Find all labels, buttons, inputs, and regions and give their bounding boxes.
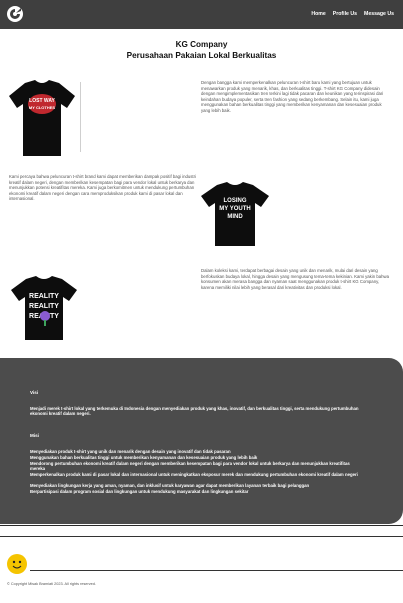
company-logo-icon[interactable] <box>6 5 24 23</box>
coin-face-icon <box>12 560 22 569</box>
shirt-2-bottom-text: MIND <box>227 214 243 220</box>
page-title: KG Company <box>175 40 228 49</box>
vision-text: Menjadi merek t-shirt lokal yang terkemu… <box>30 406 359 417</box>
shirt-3-top-text: REALITY <box>29 293 59 300</box>
tshirt-image-1: LOST WAY MY CLOTHES <box>9 80 75 156</box>
tshirt-image-2: LOSING MY YOUTH MIND <box>201 182 269 246</box>
shirt-2-mid-text: MY YOUTH <box>219 206 250 212</box>
intro-paragraph: Dengan bangga kami memperkenalkan pelunc… <box>201 80 384 113</box>
navbar: Home Profile Us Message Us <box>0 0 403 29</box>
vision-heading: Visi <box>30 390 39 395</box>
mission-item: Menyediakan lingkungan kerja yang aman, … <box>30 483 310 488</box>
mission-heading: Misi <box>30 433 39 438</box>
copyright-text: © Copyright Misak Bramiati 2023. All rig… <box>7 582 96 586</box>
mission-item: Mendorong pertumbuhan ekonomi kreatif da… <box>30 461 350 472</box>
mission-item: Memperkenalkan produk kami di pasar loka… <box>30 472 358 477</box>
collection-paragraph: Dalam koleksi kami, terdapat berbagai de… <box>201 268 389 290</box>
nav-home-link[interactable]: Home <box>311 11 325 17</box>
section-divider <box>0 525 403 526</box>
shirt-1-top-text: LOST WAY <box>29 98 55 104</box>
nav-message-link[interactable]: Message Us <box>364 11 394 17</box>
divider-1 <box>80 82 81 152</box>
footer-divider-top <box>0 536 403 537</box>
impact-paragraph: Kami percaya bahwa peluncuran t-shirt br… <box>9 174 197 202</box>
page-header: KG Company Perusahaan Pakaian Lokal Berk… <box>0 40 403 61</box>
nav-menu: Home Profile Us Message Us <box>311 11 394 17</box>
shirt-2-top-text: LOSING <box>223 198 246 204</box>
tshirt-image-3: REALITY REALITY REALITY <box>11 276 77 340</box>
vision-mission-section <box>0 358 403 524</box>
shirt-3-mid-text: REALITY <box>29 303 59 310</box>
shirt-1-bottom-text: MY CLOTHES <box>29 105 55 110</box>
mission-item: Menyediakan produk t-shirt yang unik dan… <box>30 449 231 454</box>
page-subtitle: Perusahaan Pakaian Lokal Berkualitas <box>126 51 277 60</box>
footer-divider-bottom <box>30 570 403 571</box>
mission-item: Menggunakan bahan berkualitas tinggi unt… <box>30 455 258 460</box>
nav-profile-link[interactable]: Profile Us <box>333 11 357 17</box>
mission-item: Berpartisipasi dalam program sosial dan … <box>30 489 249 494</box>
